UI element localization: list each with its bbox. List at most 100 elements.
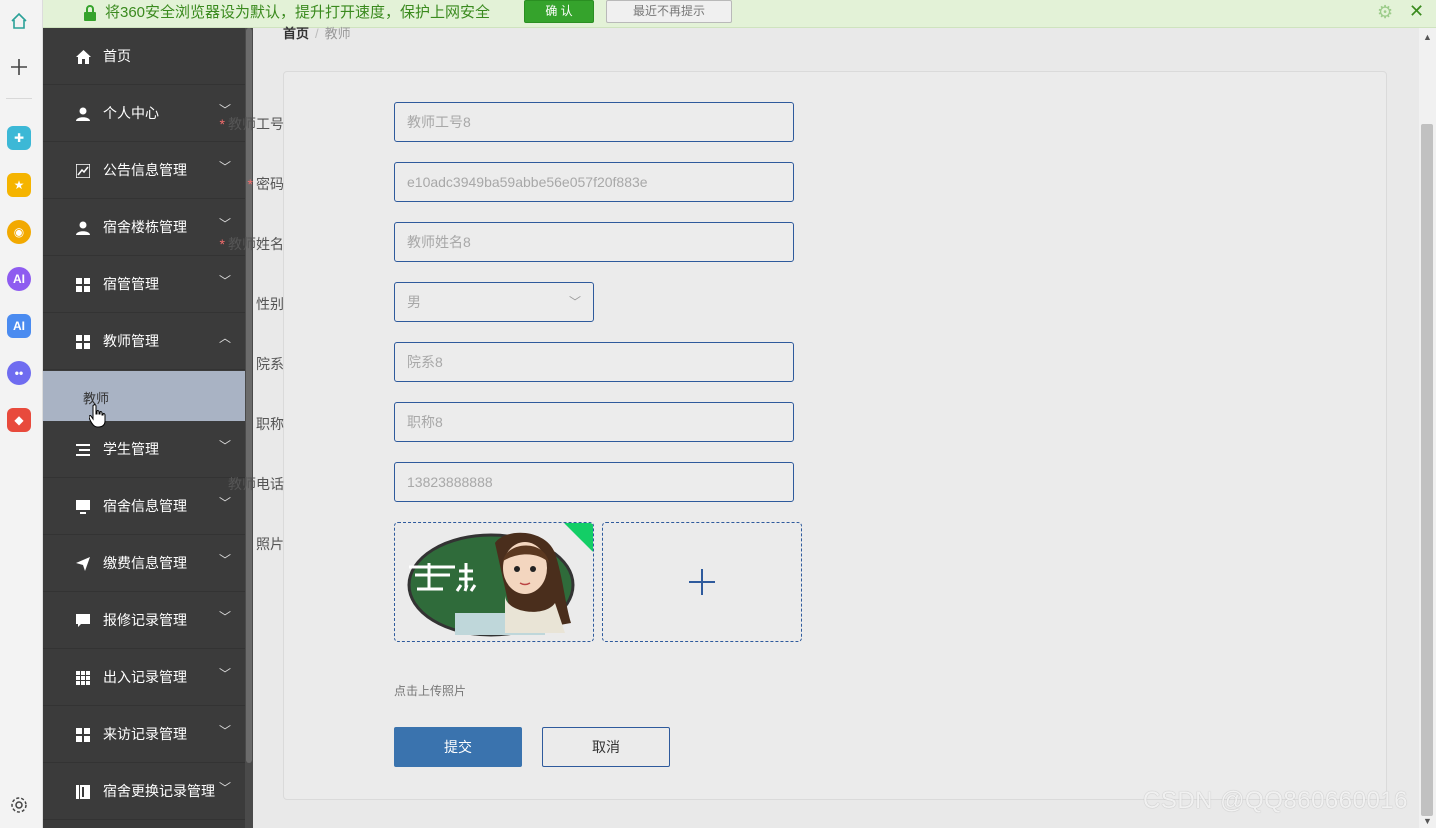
cancel-button[interactable]: 取消 bbox=[542, 727, 670, 767]
chat-icon bbox=[75, 613, 91, 629]
chevron-down-icon: ﹀ bbox=[219, 439, 232, 453]
chevron-down-icon: ﹀ bbox=[219, 724, 232, 738]
table-icon bbox=[75, 670, 91, 686]
game-icon[interactable]: ◆ bbox=[7, 408, 31, 432]
sidebar-item-label: 宿管管理 bbox=[103, 276, 159, 292]
uploaded-photo-thumbnail[interactable] bbox=[394, 522, 594, 642]
dismiss-button[interactable]: 最近不再提示 bbox=[606, 0, 732, 23]
sidebar-item-label: 教师管理 bbox=[103, 333, 159, 349]
send-icon bbox=[75, 556, 91, 572]
home-icon[interactable] bbox=[7, 9, 31, 33]
sidebar-item-label: 宿舍楼栋管理 bbox=[103, 219, 187, 235]
gender-select[interactable]: 男 ﹀ bbox=[394, 282, 594, 322]
grid-icon bbox=[75, 334, 91, 350]
browser-sidebar: ✚ ★ ◉ AI AI •• ◆ bbox=[0, 0, 43, 828]
confirm-button[interactable]: 确 认 bbox=[524, 0, 594, 23]
page-scroll-thumb[interactable] bbox=[1421, 124, 1433, 816]
chevron-down-icon: ﹀ bbox=[219, 496, 232, 510]
sidebar-item-dorm-change-management[interactable]: 宿舍更换记录管理 ﹀ bbox=[43, 763, 245, 820]
watermark: CSDN @QQ860660016 bbox=[1143, 787, 1408, 814]
sidebar-item-visitor-management[interactable]: 来访记录管理 ﹀ bbox=[43, 706, 245, 763]
chevron-down-icon: ﹀ bbox=[219, 610, 232, 624]
scroll-up-icon[interactable]: ▲ bbox=[1423, 32, 1432, 42]
sidebar-item-label: 来访记录管理 bbox=[103, 726, 187, 742]
teacher-id-label: * 教师工号 bbox=[184, 114, 284, 134]
photo-label: 照片 bbox=[256, 536, 284, 552]
teacher-form-card: * 教师工号 教师工号8 * 密码 e10adc3949ba59abbe56e057… bbox=[220, 71, 1387, 800]
chevron-down-icon: ﹀ bbox=[219, 160, 232, 174]
sidebar-scroll-thumb[interactable] bbox=[246, 28, 252, 763]
required-mark: * bbox=[219, 116, 225, 132]
sidebar-item-label: 首页 bbox=[103, 48, 131, 64]
ai-icon[interactable]: AI bbox=[7, 314, 31, 338]
breadcrumb-separator: / bbox=[315, 26, 319, 41]
chat-bot-icon[interactable]: •• bbox=[7, 361, 31, 385]
lock-icon bbox=[84, 5, 96, 21]
phone-input[interactable]: 13823888888 bbox=[394, 462, 794, 502]
department-input[interactable]: 院系8 bbox=[394, 342, 794, 382]
teacher-name-label-text: 教师姓名 bbox=[228, 236, 284, 252]
settings-icon[interactable] bbox=[7, 793, 31, 817]
breadcrumb: 首页 / 教师 bbox=[283, 26, 351, 41]
title-input[interactable]: 职称8 bbox=[394, 402, 794, 442]
ai-assistant-icon[interactable]: AI bbox=[7, 267, 31, 291]
scroll-down-icon[interactable]: ▼ bbox=[1423, 816, 1432, 826]
chevron-down-icon: ﹀ bbox=[219, 781, 232, 795]
breadcrumb-current: 教师 bbox=[324, 26, 351, 41]
chevron-down-icon: ﹀ bbox=[219, 667, 232, 681]
favorites-icon[interactable]: ★ bbox=[7, 173, 31, 197]
user-icon bbox=[75, 106, 91, 122]
sidebar-item-label: 学生管理 bbox=[103, 441, 159, 457]
notify-message: 将360安全浏览器设为默认，提升打开速度，保护上网安全 bbox=[105, 4, 491, 21]
chevron-down-icon: ﹀ bbox=[219, 274, 232, 288]
main-content: 首页 / 教师 * 教师工号 教师工号8 * 密码 e10adc3949ba59abbe… bbox=[220, 26, 1419, 828]
monitor-icon bbox=[75, 499, 91, 515]
upload-add-button[interactable] bbox=[602, 522, 802, 642]
grid-icon bbox=[75, 277, 91, 293]
gender-label: 性别 bbox=[256, 296, 284, 312]
required-mark: * bbox=[247, 176, 253, 192]
page-scrollbar[interactable]: ▲ ▼ bbox=[1419, 28, 1436, 828]
teacher-id-input[interactable]: 教师工号8 bbox=[394, 102, 794, 142]
title-label: 职称 bbox=[256, 416, 284, 432]
app-icon-puzzle[interactable]: ✚ bbox=[7, 126, 31, 150]
gear-icon[interactable]: ⚙ bbox=[1377, 2, 1393, 23]
chevron-up-icon: ︿ bbox=[219, 331, 232, 345]
sidebar-item-label: 报修记录管理 bbox=[103, 612, 187, 628]
grid-icon bbox=[75, 727, 91, 743]
default-browser-bar: 将360安全浏览器设为默认，提升打开速度，保护上网安全 确 认 最近不再提示 ⚙… bbox=[43, 0, 1436, 28]
sidebar-item-label: 公告信息管理 bbox=[103, 162, 187, 178]
phone-label: 教师电话 bbox=[228, 476, 284, 492]
sidebar-item-label: 缴费信息管理 bbox=[103, 555, 187, 571]
department-label: 院系 bbox=[256, 356, 284, 372]
close-icon[interactable]: ✕ bbox=[1409, 1, 1424, 22]
sidebar-item-access-management[interactable]: 出入记录管理 ﹀ bbox=[43, 649, 245, 706]
sidebar-item-repair-management[interactable]: 报修记录管理 ﹀ bbox=[43, 592, 245, 649]
password-label-text: 密码 bbox=[256, 176, 284, 192]
home-icon bbox=[75, 49, 91, 65]
chevron-down-icon: ﹀ bbox=[219, 217, 232, 231]
teacher-id-label-text: 教师工号 bbox=[228, 116, 284, 132]
password-input[interactable]: e10adc3949ba59abbe56e057f20f883e bbox=[394, 162, 794, 202]
sidebar-item-label: 宿舍信息管理 bbox=[103, 498, 187, 514]
list-icon bbox=[75, 442, 91, 458]
chevron-down-icon: ﹀ bbox=[568, 295, 581, 309]
plus-icon bbox=[603, 523, 801, 641]
teacher-name-label: * 教师姓名 bbox=[184, 234, 284, 254]
password-label: * 密码 bbox=[184, 174, 284, 194]
sidebar-item-label: 出入记录管理 bbox=[103, 669, 187, 685]
teacher-photo-image bbox=[407, 532, 575, 637]
chart-icon bbox=[75, 163, 91, 179]
teacher-name-input[interactable]: 教师姓名8 bbox=[394, 222, 794, 262]
sidebar-item-home[interactable]: 首页 bbox=[43, 28, 245, 85]
add-tab-icon[interactable] bbox=[7, 55, 31, 79]
robot-icon[interactable]: ◉ bbox=[7, 220, 31, 244]
hand-cursor-icon bbox=[89, 404, 106, 428]
breadcrumb-home[interactable]: 首页 bbox=[283, 26, 309, 41]
required-mark: * bbox=[219, 236, 225, 252]
strip-divider bbox=[6, 98, 32, 99]
sidebar-item-label: 个人中心 bbox=[103, 105, 159, 121]
upload-hint: 点击上传照片 bbox=[394, 684, 467, 698]
submit-button[interactable]: 提交 bbox=[394, 727, 522, 767]
gender-select-value: 男 bbox=[407, 294, 421, 310]
